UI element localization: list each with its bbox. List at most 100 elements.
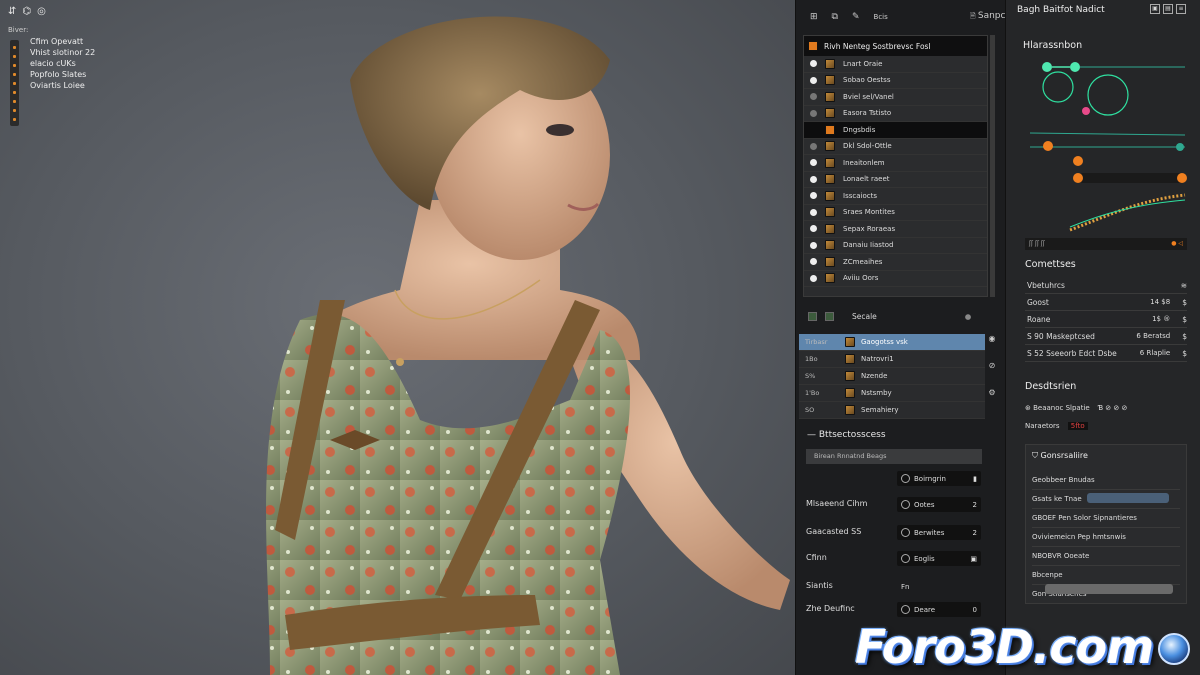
- material-row[interactable]: 1'Bo Nstsmby: [799, 385, 985, 402]
- section-title[interactable]: — Bttsectosscess: [807, 430, 886, 440]
- material-icon: [845, 337, 855, 347]
- material-list[interactable]: Tirbasr Gaogotss vsk 1Bo Natrovri1 S% Nzende 1…: [799, 334, 985, 419]
- visibility-toggle-icon[interactable]: [810, 225, 817, 233]
- description-row[interactable]: ⊛ Beaanoc Slpatie Ɓ ⊘ ⊘ ⊘: [1025, 404, 1187, 412]
- property-label: Gaacasted SS: [806, 527, 862, 536]
- object-icon: [825, 75, 835, 86]
- visibility-toggle-icon[interactable]: [810, 241, 817, 249]
- outliner-row[interactable]: ZCmeaihes: [804, 254, 987, 271]
- property-value[interactable]: Berwites 2: [897, 525, 981, 540]
- outliner-subtoolbar: Secale ●: [808, 312, 971, 321]
- property-icon: [901, 500, 910, 509]
- graph-strip[interactable]: ʃʃ ʃʃ ʃʃ ● ◁: [1025, 238, 1187, 250]
- section-field[interactable]: Birean Rnnatnd Beags: [806, 449, 982, 464]
- outliner-row[interactable]: Ineaitonlem: [804, 155, 987, 172]
- outliner-toolbar-label[interactable]: Bcis: [874, 13, 888, 21]
- visibility-toggle-icon[interactable]: [810, 159, 817, 167]
- comet-row[interactable]: S 90 Maskeptcsed 6 Beratsd $: [1025, 328, 1187, 345]
- layers-icon[interactable]: ⧉: [832, 12, 838, 22]
- comet-row[interactable]: Vbetuhrcs ≋: [1025, 277, 1187, 294]
- visibility-toggle-icon[interactable]: [810, 208, 817, 216]
- description-row-2[interactable]: Naraetors 5fto: [1025, 422, 1187, 430]
- outliner-row[interactable]: Dkl Sdol-Ottle: [804, 139, 987, 155]
- subpanel-row[interactable]: NBOBVR Ooeate: [1032, 547, 1180, 566]
- property-value[interactable]: Deare 0: [897, 602, 981, 617]
- material-row-num: S%: [805, 372, 816, 380]
- object-icon: [825, 223, 835, 234]
- outliner-scrollbar[interactable]: [990, 35, 995, 297]
- outliner-row-label: Lonaelt raeet: [843, 175, 890, 184]
- 3d-viewport[interactable]: ⇵ ⌬ ◎ Biver: Cfim Opevatt Vhist slotinor…: [0, 0, 795, 675]
- object-icon: [825, 58, 835, 69]
- material-icon: [845, 405, 855, 415]
- outliner-row[interactable]: Bviel sel/Vanel: [804, 89, 987, 106]
- visibility-toggle-icon[interactable]: [810, 258, 817, 266]
- comet-row[interactable]: Roane 1$ ® $: [1025, 311, 1187, 328]
- remove-icon[interactable]: [825, 312, 834, 321]
- visibility-toggle-icon[interactable]: [810, 76, 817, 84]
- outliner-row-label: Bviel sel/Vanel: [843, 92, 894, 101]
- material-row[interactable]: Tirbasr Gaogotss vsk: [799, 334, 985, 351]
- material-row[interactable]: 1Bo Natrovri1: [799, 351, 985, 368]
- outliner-row[interactable]: Sobao Oestss: [804, 73, 987, 89]
- comet-row[interactable]: Goost 14 $8 $: [1025, 294, 1187, 311]
- outliner-row[interactable]: Danaiu Iiastod: [804, 238, 987, 254]
- visibility-toggle-icon[interactable]: [810, 60, 817, 68]
- material-row[interactable]: S% Nzende: [799, 368, 985, 385]
- right-panel-title: Bagh Baitfot Nadict: [1017, 5, 1105, 15]
- subpanel-title: ⛉ Gonsrsaliire: [1032, 451, 1088, 460]
- visibility-toggle-icon[interactable]: [810, 109, 817, 117]
- object-icon: [825, 207, 835, 218]
- visibility-toggle-icon[interactable]: [810, 142, 817, 150]
- property-value[interactable]: Ootes 2: [897, 497, 981, 512]
- watermark: Foro3D.com: [855, 620, 1154, 674]
- object-icon: [825, 190, 835, 201]
- outliner-row[interactable]: Sepax Roraeas: [804, 221, 987, 238]
- graph-heading: Hlarassnbon: [1023, 40, 1083, 51]
- comet-row[interactable]: S 52 Sseeorb Edct Dsbe 6 Rlaplie $: [1025, 345, 1187, 362]
- property-value[interactable]: Fn: [897, 579, 981, 594]
- material-row-num: 1'Bo: [805, 389, 820, 397]
- settings-icon[interactable]: ⚙: [986, 388, 998, 415]
- copy-icon[interactable]: ▣: [1150, 4, 1160, 14]
- add-icon[interactable]: [808, 312, 817, 321]
- subpanel-row[interactable]: Bbcenpe: [1032, 566, 1180, 585]
- info-icon[interactable]: ⊘: [986, 361, 998, 388]
- subpanel-row[interactable]: Oviviemeicn Pep hmtsnwis: [1032, 528, 1180, 547]
- node-graph[interactable]: [1020, 55, 1190, 245]
- outliner-row-label: Aviiu Oors: [843, 274, 879, 283]
- outliner-row[interactable]: Lonaelt raeet: [804, 172, 987, 188]
- brush-icon[interactable]: ✎: [852, 12, 860, 22]
- save-icon[interactable]: ▤: [1163, 4, 1173, 14]
- property-value[interactable]: Boirngrin ▮: [897, 471, 981, 486]
- camera-icon[interactable]: ◉: [986, 334, 998, 361]
- grid-icon[interactable]: ⊞: [810, 12, 818, 22]
- outliner-row[interactable]: Isscaiocts: [804, 188, 987, 205]
- outliner-row[interactable]: Dngsbdis: [804, 122, 987, 139]
- material-side-icons: ◉ ⊘ ⚙: [986, 334, 998, 415]
- material-row[interactable]: SO Semahiery: [799, 402, 985, 419]
- visibility-toggle-icon[interactable]: [810, 192, 817, 200]
- subpanel-row[interactable]: GBOEF Pen Solor Sipnantieres: [1032, 509, 1180, 528]
- visibility-toggle-icon[interactable]: [810, 93, 817, 101]
- menu-icon[interactable]: ≡: [1176, 4, 1186, 14]
- outliner-toolbar-right[interactable]: 🗎 Sanpcr: [970, 11, 1009, 23]
- material-row-num: Tirbasr: [805, 338, 828, 346]
- visibility-toggle-icon[interactable]: [810, 274, 817, 282]
- outliner-list[interactable]: Rivh Nenteg Sostbrevsc Fosl Lnart Oraie S…: [803, 35, 988, 297]
- outliner-row[interactable]: Sraes Montites: [804, 205, 987, 221]
- value-slider[interactable]: [1087, 493, 1169, 503]
- subtoolbar-label: Secale: [852, 312, 877, 321]
- material-row-num: SO: [805, 406, 815, 414]
- outliner-row[interactable]: Lnart Oraie: [804, 56, 987, 73]
- outliner-row[interactable]: Easora Tstisto: [804, 106, 987, 122]
- range-slider[interactable]: [1045, 584, 1173, 594]
- material-row-label: Nzende: [861, 372, 888, 380]
- material-row-label: Natrovri1: [861, 355, 894, 363]
- subpanel-row[interactable]: Geobbeer Bnudas: [1032, 471, 1180, 490]
- property-value[interactable]: Eoglis ▣: [897, 551, 981, 566]
- outliner-row[interactable]: Aviiu Oors: [804, 271, 987, 287]
- status-dot-icon: ●: [964, 312, 972, 321]
- visibility-toggle-icon[interactable]: [810, 175, 817, 183]
- object-icon: [808, 41, 818, 51]
